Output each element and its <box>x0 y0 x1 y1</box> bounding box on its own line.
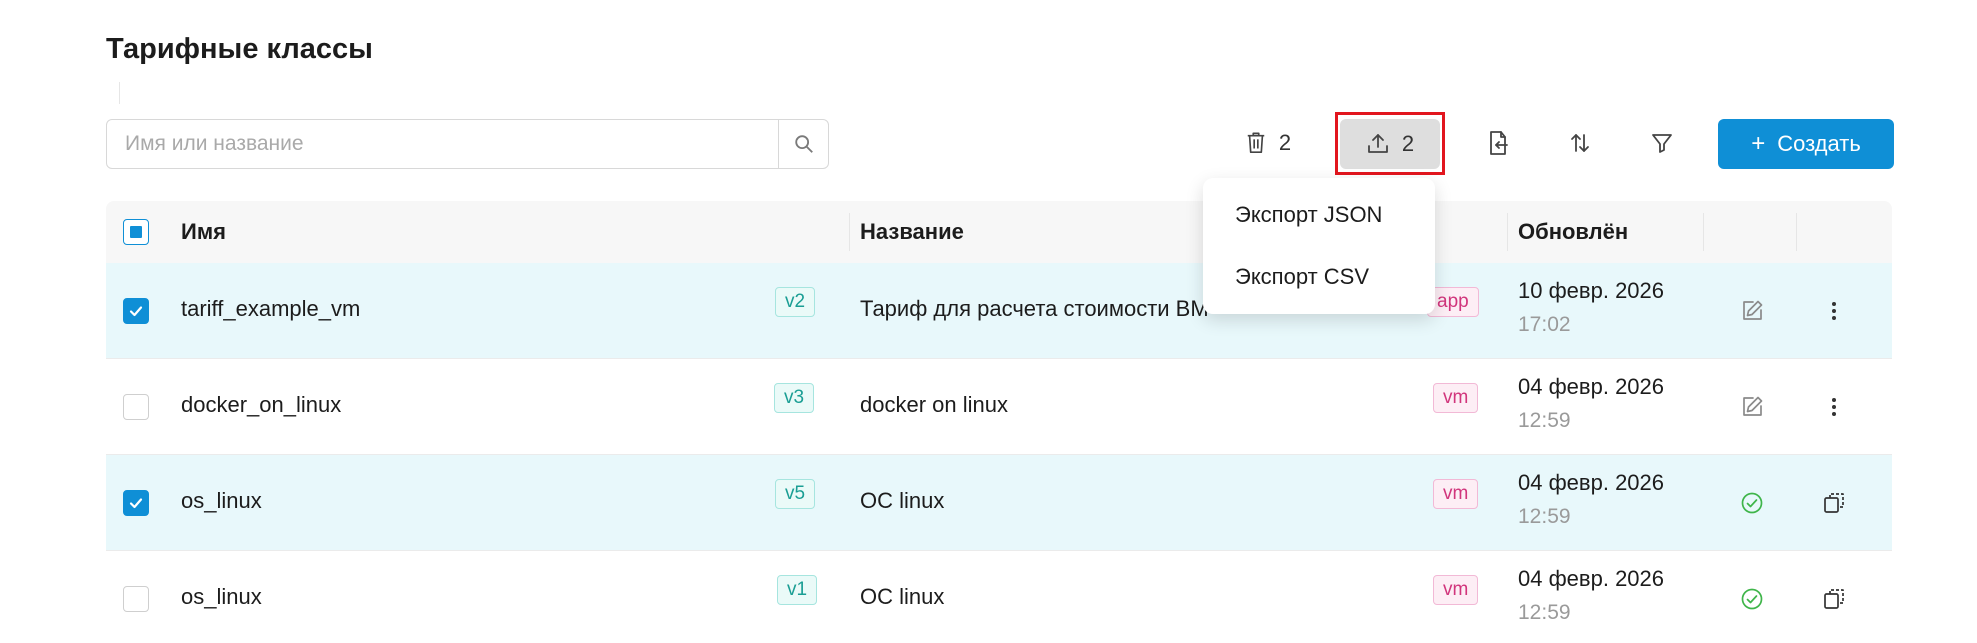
copy-button[interactable] <box>1814 483 1854 523</box>
updated-date: 04 февр. 2026 <box>1518 374 1665 399</box>
upload-icon <box>1367 134 1388 153</box>
version-badge: v2 <box>775 287 816 317</box>
filter-icon <box>1652 134 1672 153</box>
export-dropdown-menu: Экспорт JSON Экспорт CSV <box>1203 178 1435 314</box>
table-header: Имя Название Обновлён <box>106 201 1892 263</box>
plus-icon: + <box>1751 130 1766 157</box>
row-name[interactable]: os_linux <box>181 488 262 514</box>
export-count: 2 <box>1401 131 1415 156</box>
column-header-updated[interactable]: Обновлён <box>1518 201 1628 263</box>
check-circle-icon <box>1741 588 1763 610</box>
search-input[interactable] <box>107 120 779 168</box>
create-button-label: Создать <box>1777 131 1861 156</box>
row-title: ОС linux <box>860 584 945 609</box>
search-button[interactable] <box>778 120 828 168</box>
row-updated: 10 февр. 2026 17:02 <box>1518 277 1664 339</box>
checkmark-icon <box>129 306 143 317</box>
active-status <box>1732 483 1772 523</box>
copy-icon <box>1824 589 1844 609</box>
delete-count: 2 <box>1278 130 1292 155</box>
tariff-table: Имя Название Обновлён tariff_example_vm … <box>106 201 1892 643</box>
type-badge: vm <box>1433 383 1479 413</box>
row-title: Тариф для расчета стоимости ВМ <box>860 296 1209 321</box>
table-row[interactable]: tariff_example_vm v2 Тариф для расчета с… <box>106 263 1892 359</box>
column-header-title[interactable]: Название <box>860 201 964 263</box>
copy-icon <box>1824 493 1844 513</box>
table-row[interactable]: docker_on_linux v3 docker on linux vm 04… <box>106 359 1892 455</box>
menu-item-export-json[interactable]: Экспорт JSON <box>1235 202 1382 228</box>
more-button[interactable] <box>1814 291 1854 331</box>
more-vertical-icon <box>1832 302 1836 320</box>
version-badge: v3 <box>774 383 815 413</box>
updated-time: 12:59 <box>1518 505 1571 528</box>
row-updated: 04 февр. 2026 12:59 <box>1518 469 1664 531</box>
column-header-name[interactable]: Имя <box>181 201 226 263</box>
updated-time: 12:59 <box>1518 601 1571 624</box>
sort-icon <box>1571 134 1589 152</box>
sort-button[interactable] <box>1552 118 1608 168</box>
edit-button[interactable] <box>1732 291 1772 331</box>
row-checkbox[interactable] <box>123 586 149 612</box>
export-button[interactable]: 2 <box>1340 119 1440 169</box>
active-status <box>1732 579 1772 619</box>
indeterminate-icon <box>130 226 142 238</box>
row-title: docker on linux <box>860 392 1008 417</box>
divider <box>119 82 120 104</box>
filter-button[interactable] <box>1634 118 1690 168</box>
version-badge: v5 <box>775 479 816 509</box>
type-badge: vm <box>1433 479 1479 509</box>
table-row[interactable]: os_linux v1 ОС linux vm 04 февр. 2026 12… <box>106 551 1892 643</box>
updated-date: 04 февр. 2026 <box>1518 470 1665 495</box>
row-title: ОС linux <box>860 488 945 513</box>
column-divider <box>1507 213 1508 251</box>
page-title: Тарифные классы <box>106 33 373 65</box>
checkmark-icon <box>129 498 143 509</box>
version-badge: v1 <box>777 575 818 605</box>
updated-date: 10 февр. 2026 <box>1518 278 1665 303</box>
column-divider <box>849 213 850 251</box>
edit-icon <box>1743 300 1763 320</box>
type-badge: vm <box>1433 575 1479 605</box>
import-button[interactable] <box>1470 118 1526 168</box>
search-box <box>106 119 829 169</box>
row-updated: 04 февр. 2026 12:59 <box>1518 565 1664 627</box>
select-all-checkbox[interactable] <box>123 219 149 245</box>
table-row[interactable]: os_linux v5 ОС linux vm 04 февр. 2026 12… <box>106 455 1892 551</box>
search-icon <box>794 135 813 153</box>
updated-date: 04 февр. 2026 <box>1518 566 1665 591</box>
delete-selected-button[interactable]: 2 <box>1230 118 1306 168</box>
row-name[interactable]: tariff_example_vm <box>181 296 360 322</box>
column-divider <box>1703 213 1704 251</box>
row-updated: 04 февр. 2026 12:59 <box>1518 373 1664 435</box>
create-button[interactable]: + Создать <box>1718 119 1894 169</box>
row-checkbox[interactable] <box>123 490 149 516</box>
edit-button[interactable] <box>1732 387 1772 427</box>
more-button[interactable] <box>1814 387 1854 427</box>
row-checkbox[interactable] <box>123 298 149 324</box>
updated-time: 12:59 <box>1518 409 1571 432</box>
column-divider <box>1796 213 1797 251</box>
trash-icon <box>1247 132 1265 153</box>
file-import-icon <box>1490 131 1508 155</box>
menu-item-export-csv[interactable]: Экспорт CSV <box>1235 264 1369 290</box>
row-checkbox[interactable] <box>123 394 149 420</box>
edit-icon <box>1743 396 1763 416</box>
row-name[interactable]: os_linux <box>181 584 262 610</box>
updated-time: 17:02 <box>1518 313 1571 336</box>
check-circle-icon <box>1741 492 1763 514</box>
row-name[interactable]: docker_on_linux <box>181 392 341 418</box>
more-vertical-icon <box>1832 398 1836 416</box>
copy-button[interactable] <box>1814 579 1854 619</box>
